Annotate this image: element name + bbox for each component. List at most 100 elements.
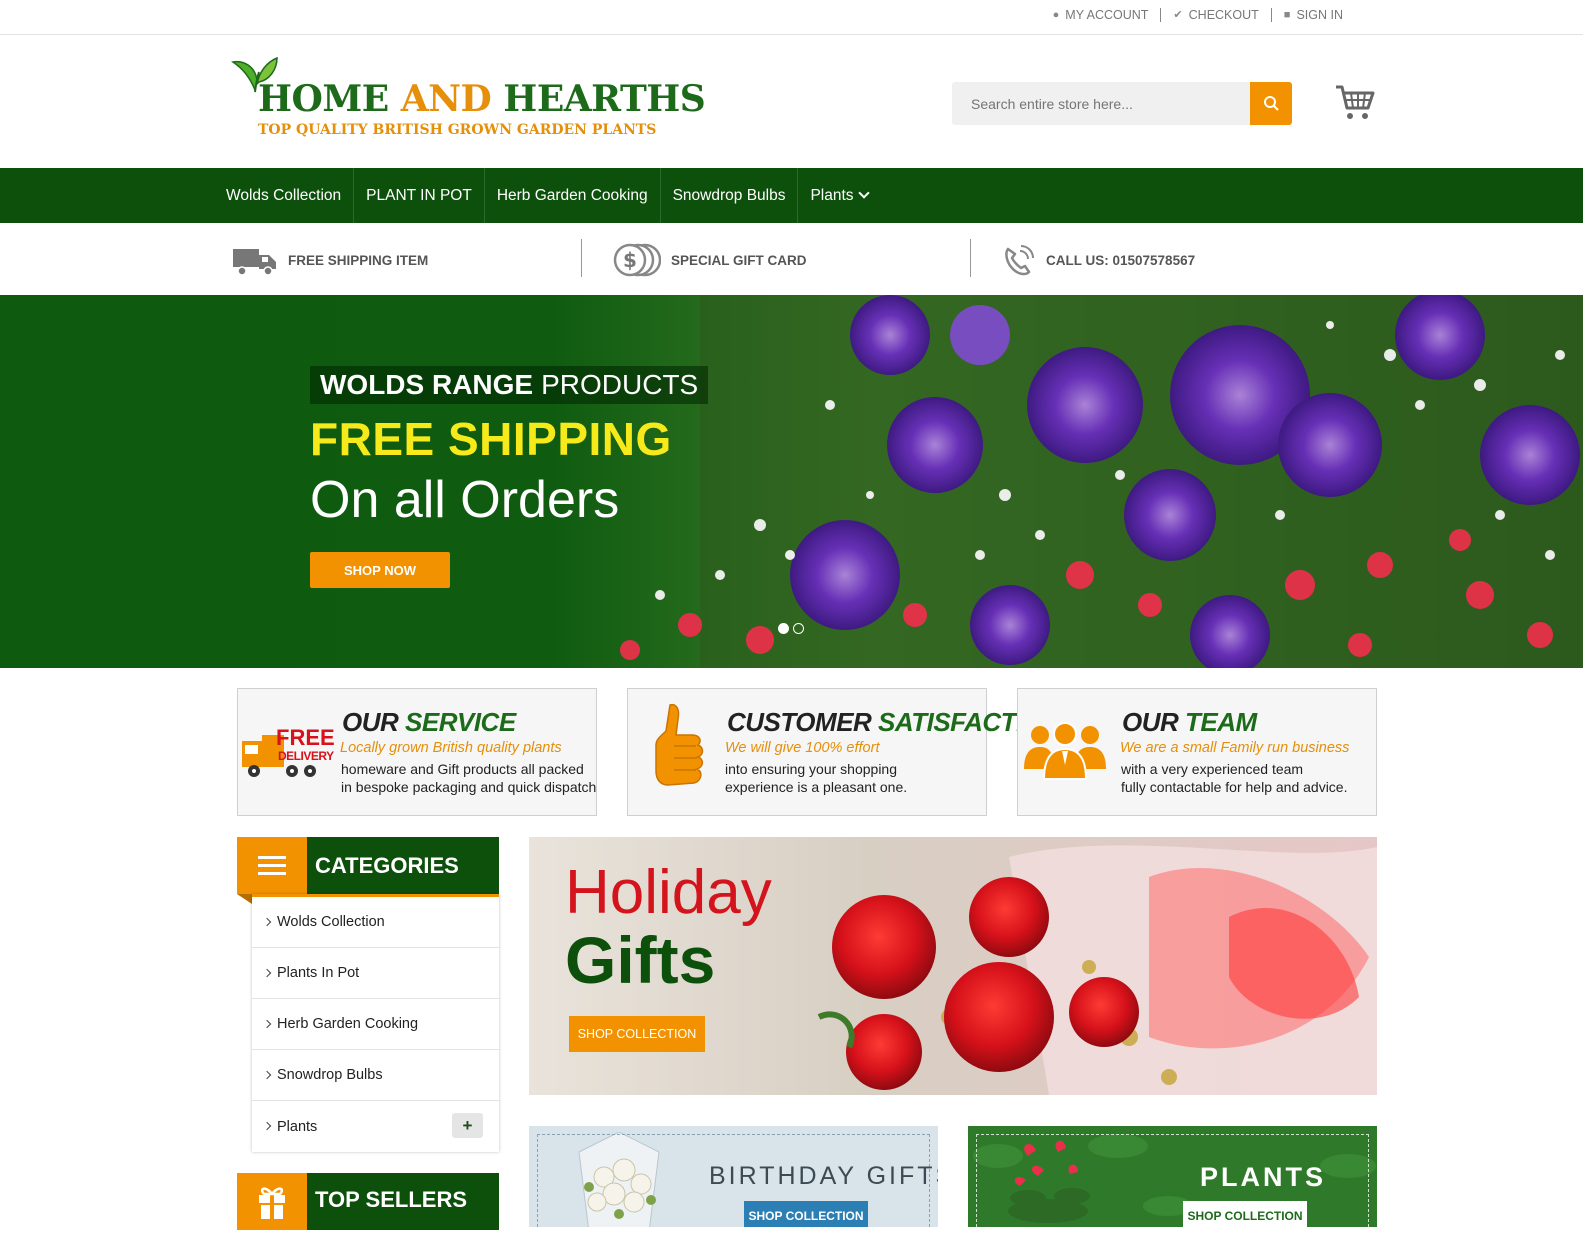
category-label: Plants In Pot [277,965,360,981]
search-button[interactable] [1250,82,1292,125]
feature-call-us-label: CALL US: 01507578567 [1046,252,1196,268]
customer-satisfaction-description: into ensuring your shopping experience i… [725,760,907,796]
categories-header: CATEGORIES [237,837,499,894]
menu-icon [237,837,307,894]
svg-text:$: $ [623,248,637,272]
service-box-our-team: OUR TEAM We are a small Family run busin… [1017,688,1377,816]
hero-subtitle-rest: PRODUCTS [541,369,699,400]
expand-plus-icon[interactable]: + [452,1113,483,1138]
team-description: with a very experienced team fully conta… [1121,760,1347,796]
categories-fold [237,894,252,904]
hero-title: FREE SHIPPING [310,413,672,465]
team-title-a: OUR [1122,707,1179,737]
feature-divider [970,239,971,277]
user-icon: ● [1052,9,1060,21]
phone-icon [1005,245,1034,276]
service-description-line2: in bespoke packaging and quick dispatch [341,779,597,795]
delivery-badge: DELIVERY [278,749,334,763]
free-badge: FREE [276,725,335,750]
plants-shop-collection-button[interactable]: SHOP COLLECTION [1183,1201,1307,1227]
customer-satisfaction-subtitle: We will give 100% effort [725,740,880,756]
truck-icon [233,249,276,276]
gift-icon [237,1173,307,1230]
thumbs-up-icon [655,703,704,786]
team-title-b: TEAM [1185,707,1257,737]
customer-satisfaction-title: CUSTOMER SATISFACTION [727,707,1061,738]
service-title-b: SERVICE [405,707,516,737]
hero-flower-image [0,295,1583,668]
search-input[interactable] [952,82,1250,125]
category-item-wolds-collection[interactable]: Wolds Collection [252,897,499,948]
nav-item-herb-garden-cooking[interactable]: Herb Garden Cooking [485,168,661,223]
feature-free-shipping-label: FREE SHIPPING ITEM [288,252,429,268]
nav-item-plant-in-pot[interactable]: PLANT IN POT [354,168,485,223]
logo-title-and: AND [400,78,492,120]
account-links: ● MY ACCOUNT ✔ CHECKOUT ■ SIGN IN [1041,8,1355,22]
plants-banner[interactable]: PLANTS SHOP COLLECTION [968,1126,1377,1227]
service-title-a: OUR [342,707,399,737]
cart-icon[interactable] [1335,84,1375,122]
sign-in-link[interactable]: ■ SIGN IN [1270,8,1355,22]
chevron-right-icon [262,968,272,978]
hero-subtitle: WOLDS RANGE PRODUCTS [310,366,709,404]
top-bar: ● MY ACCOUNT ✔ CHECKOUT ■ SIGN IN [0,0,1583,35]
logo-title[interactable]: HOME AND HEARTHS [258,78,706,120]
slider-dot[interactable] [793,623,804,634]
nav-item-plants-label: Plants [810,186,854,204]
sign-in-label: SIGN IN [1296,8,1343,22]
slider-dot-active[interactable] [778,623,789,634]
feature-gift-card: $ SPECIAL GIFT CARD [613,240,807,280]
lock-icon: ■ [1283,9,1291,21]
plants-banner-title: PLANTS [1200,1162,1326,1192]
hero-tagline: On all Orders [310,471,620,529]
team-icon [1024,722,1106,780]
coins-icon: $ [613,243,661,277]
birthday-gifts-title: BIRTHDAY GIFTS [709,1162,938,1190]
service-description: homeware and Gift products all packed in… [341,760,596,796]
nav-item-wolds-collection[interactable]: Wolds Collection [222,168,355,223]
birthday-shop-collection-button[interactable]: SHOP COLLECTION [744,1201,868,1227]
logo-title-hearths: HEARTHS [491,78,706,120]
feature-call-us: CALL US: 01507578567 [1002,240,1195,280]
category-item-snowdrop-bulbs[interactable]: Snowdrop Bulbs [252,1050,499,1101]
categories-title: CATEGORIES [315,852,459,878]
holiday-title-line1: Holiday [565,858,772,927]
chevron-right-icon [262,1121,272,1131]
team-title: OUR TEAM [1122,707,1257,738]
chevron-right-icon [262,917,272,927]
nav-item-snowdrop-bulbs[interactable]: Snowdrop Bulbs [661,168,799,223]
chevron-right-icon [262,1019,272,1029]
category-item-plants[interactable]: Plants + [252,1101,499,1152]
logo-title-home: HOME [258,78,401,120]
customer-satisfaction-line2: experience is a pleasant one. [725,779,908,795]
check-icon: ✔ [1173,9,1183,21]
category-item-herb-garden-cooking[interactable]: Herb Garden Cooking [252,999,499,1050]
my-account-link[interactable]: ● MY ACCOUNT [1041,8,1161,22]
categories-list: Wolds Collection Plants In Pot Herb Gard… [252,894,499,1152]
logo-tagline: TOP QUALITY BRITISH GROWN GARDEN PLANTS [258,122,657,138]
service-box-customer-satisfaction: CUSTOMER SATISFACTION We will give 100% … [627,688,1061,816]
nav-item-plants[interactable]: Plants [798,168,879,223]
feature-divider [581,239,582,277]
birthday-gifts-banner[interactable]: BIRTHDAY GIFTS SHOP COLLECTION [529,1126,938,1227]
customer-satisfaction-title-a: CUSTOMER [727,707,872,737]
main-nav: Wolds Collection PLANT IN POT Herb Garde… [0,168,1583,223]
holiday-title-line2: Gifts [565,923,716,997]
shop-now-button[interactable]: SHOP NOW [310,552,450,588]
search-icon [1264,96,1279,111]
team-description-line1: with a very experienced team [1121,761,1304,777]
checkout-link[interactable]: ✔ CHECKOUT [1160,8,1270,22]
service-title: OUR SERVICE [342,707,516,738]
category-item-plants-in-pot[interactable]: Plants In Pot [252,948,499,999]
team-description-line2: fully contactable for help and advice. [1121,779,1348,795]
chevron-right-icon [262,1070,272,1080]
customer-satisfaction-line1: into ensuring your shopping [725,761,898,777]
category-label: Herb Garden Cooking [277,1016,419,1032]
holiday-shop-collection-button[interactable]: SHOP COLLECTION [569,1016,705,1052]
category-label: Snowdrop Bulbs [277,1067,383,1083]
service-subtitle: Locally grown British quality plants [340,740,562,756]
category-label: Wolds Collection [277,914,385,930]
hero-slider [0,295,1583,668]
search-bar [952,82,1292,125]
top-sellers-title: TOP SELLERS [315,1187,468,1212]
